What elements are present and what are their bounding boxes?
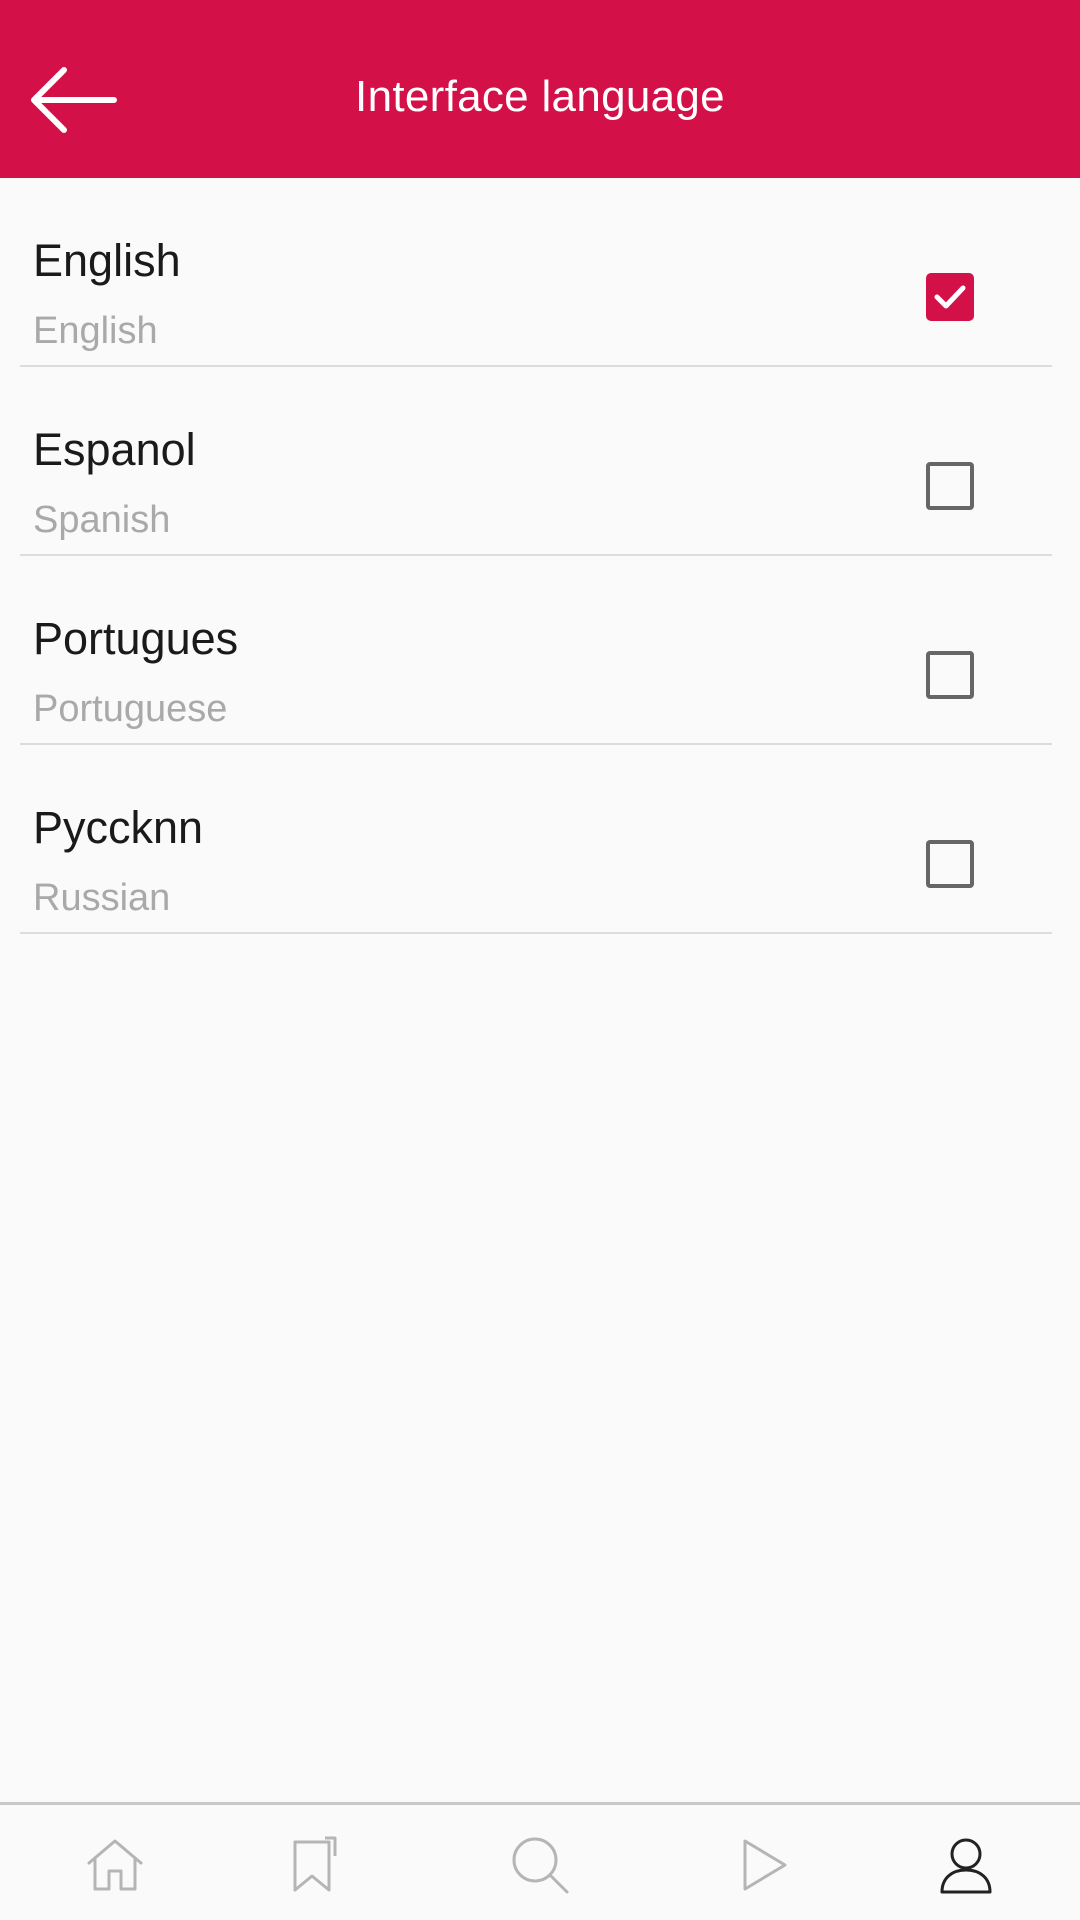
nav-bookmarks[interactable]: [275, 1827, 355, 1903]
language-list: English English Espanol Spanish Portugue…: [0, 178, 1080, 934]
language-item-english[interactable]: English English: [20, 178, 1052, 367]
app-header: Interface language: [0, 0, 1080, 178]
language-english-name: Russian: [33, 877, 171, 919]
language-native-name: English: [33, 235, 181, 286]
page-title: Interface language: [355, 72, 725, 121]
bookmark-icon: [293, 1836, 337, 1892]
language-native-name: Portugues: [33, 613, 239, 664]
language-english-name: English: [33, 310, 158, 352]
language-checkbox[interactable]: [926, 462, 974, 510]
home-icon: [87, 1839, 143, 1891]
language-item-portuguese[interactable]: Portugues Portuguese: [20, 556, 1052, 745]
app-screen: Interface language English English Espan…: [0, 0, 1080, 1920]
language-native-name: Pyccknn: [33, 802, 204, 853]
language-checkbox[interactable]: [926, 651, 974, 699]
nav-home[interactable]: [75, 1827, 155, 1903]
nav-profile[interactable]: [926, 1827, 1006, 1903]
search-icon: [512, 1837, 569, 1894]
language-english-name: Portuguese: [33, 688, 228, 730]
play-icon: [743, 1839, 787, 1891]
bottom-navigation: [0, 1802, 1080, 1920]
language-checkbox-checked[interactable]: [926, 273, 974, 321]
nav-search[interactable]: [500, 1827, 580, 1903]
language-item-spanish[interactable]: Espanol Spanish: [20, 367, 1052, 556]
language-item-russian[interactable]: Pyccknn Russian: [20, 745, 1052, 934]
nav-play[interactable]: [725, 1827, 805, 1903]
profile-icon: [940, 1838, 992, 1894]
language-native-name: Espanol: [33, 424, 196, 475]
checkmark-icon: [934, 285, 966, 309]
language-english-name: Spanish: [33, 499, 171, 541]
language-checkbox[interactable]: [926, 840, 974, 888]
